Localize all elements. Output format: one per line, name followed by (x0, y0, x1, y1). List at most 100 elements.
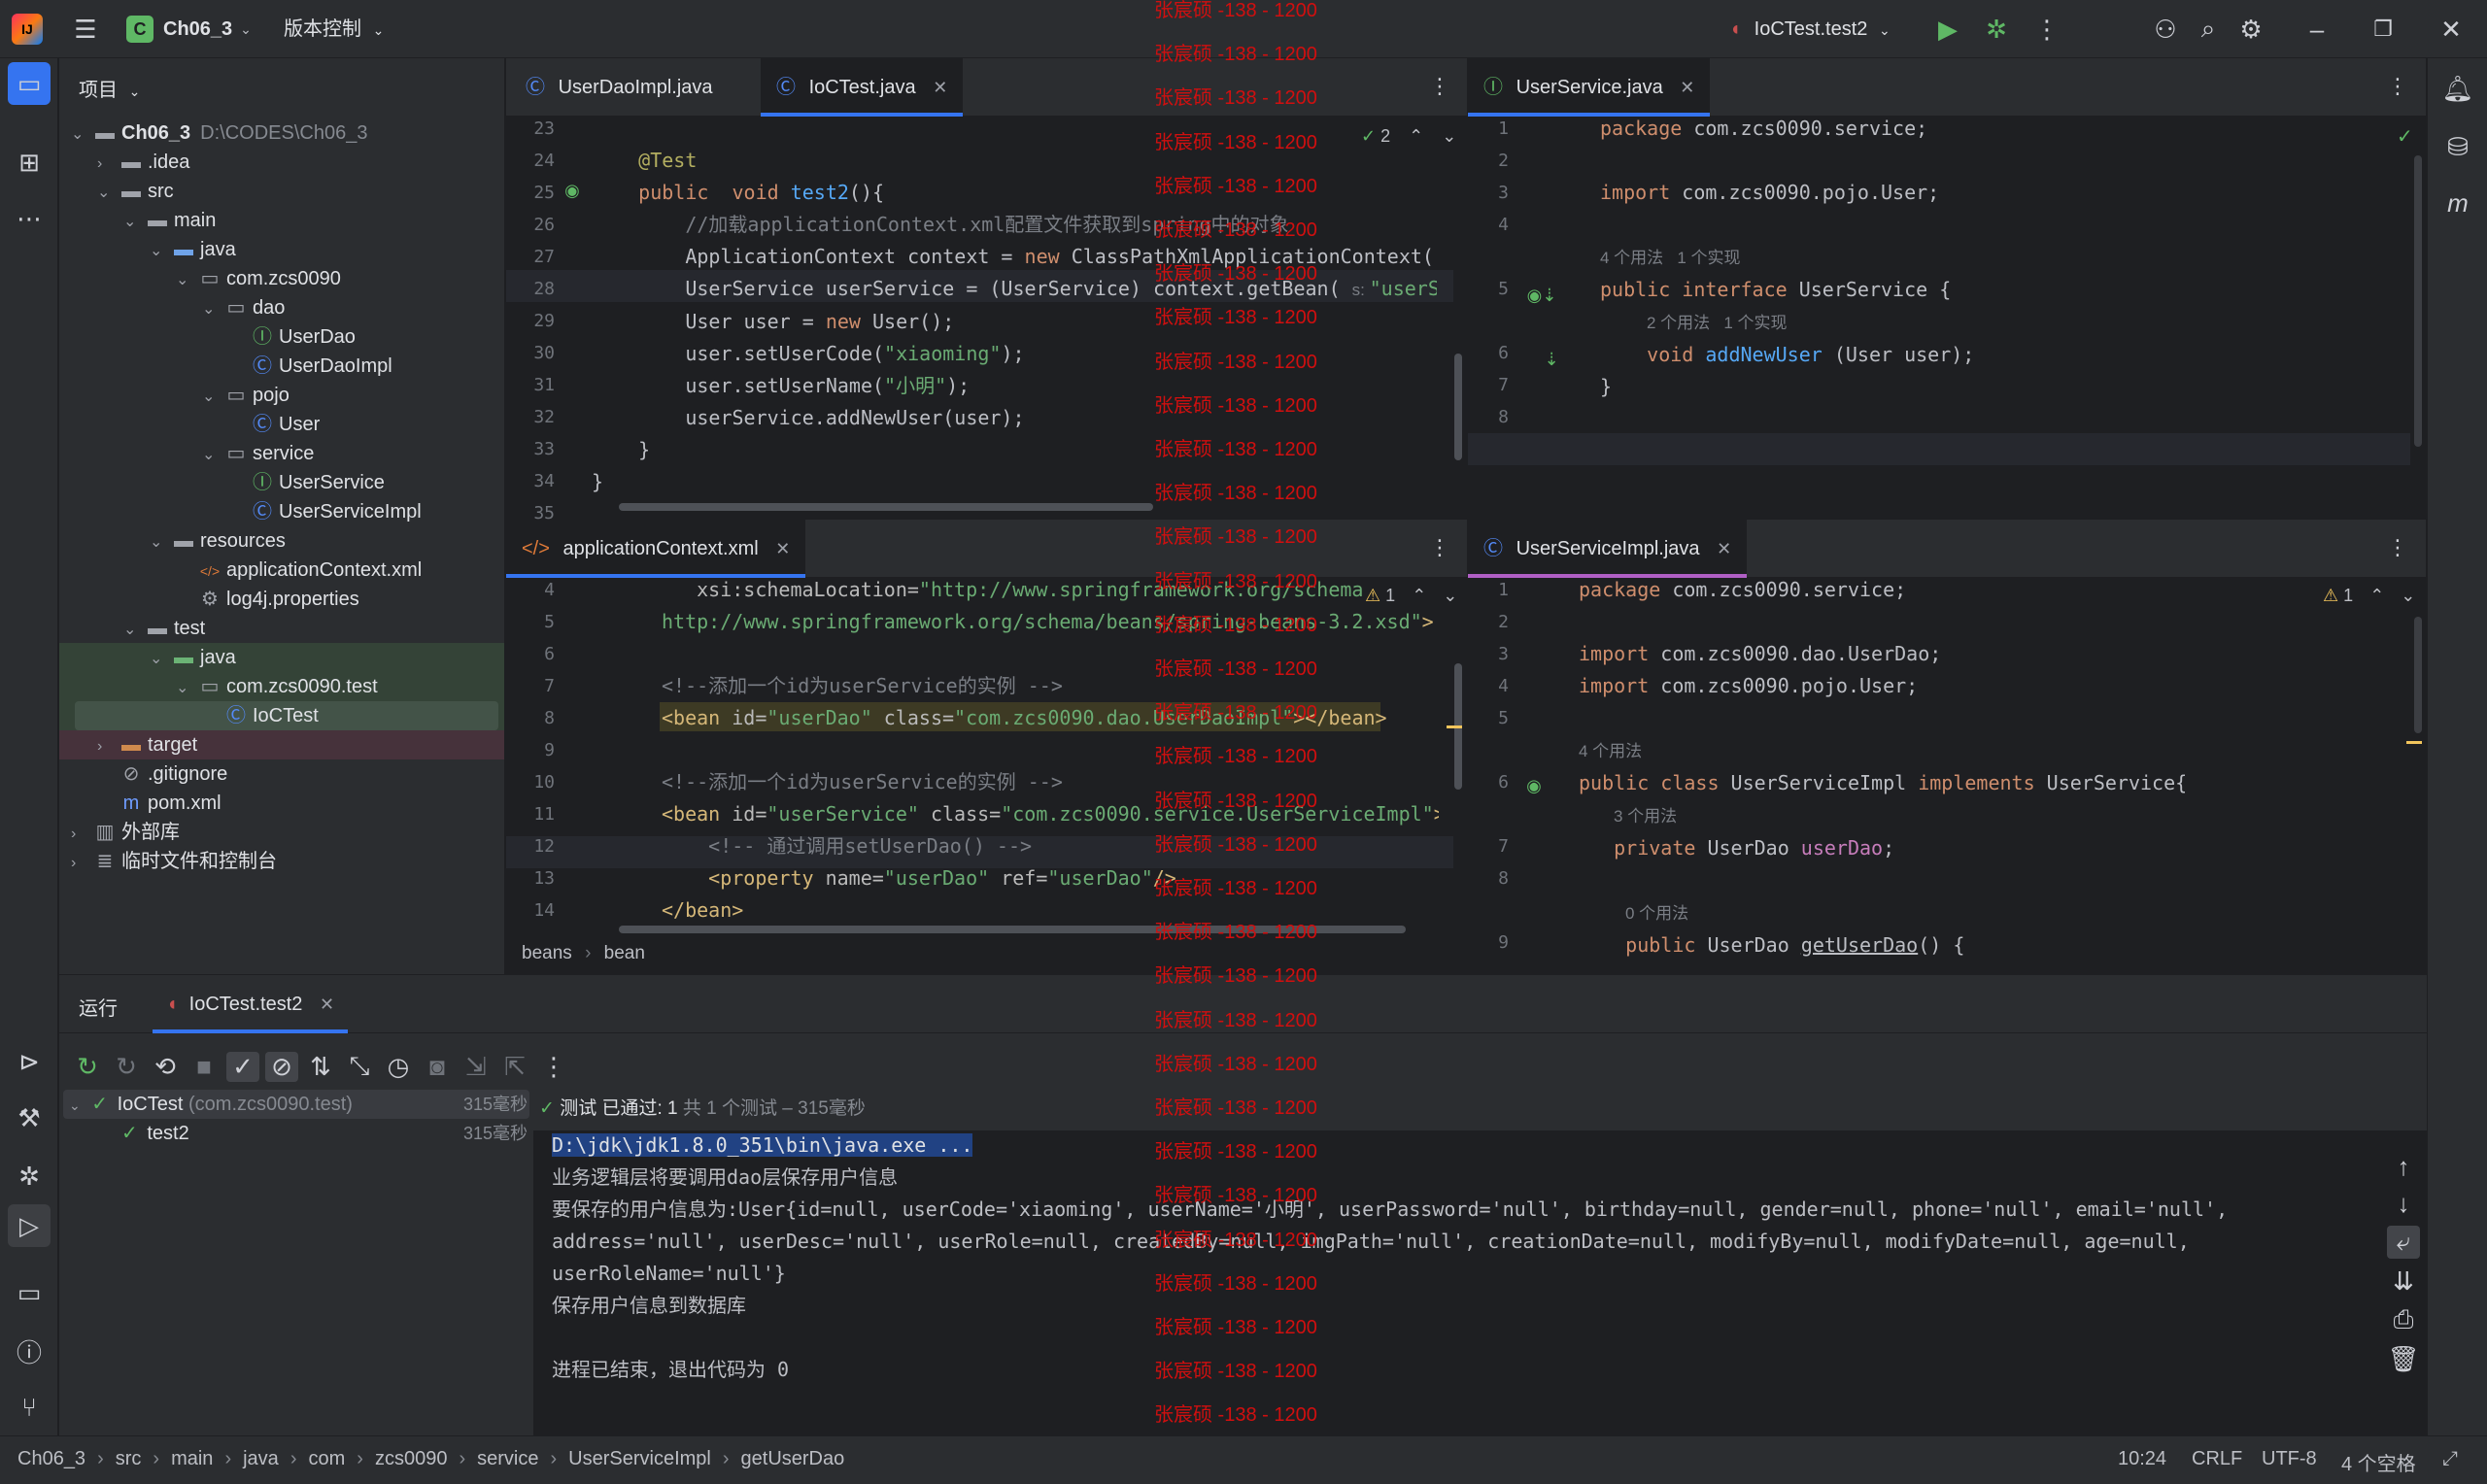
import-icon[interactable]: ⇱ (498, 1052, 531, 1082)
run-test-gutter-icon[interactable]: ◉ (561, 179, 584, 202)
tree-item[interactable]: Ⓒ IoCTest (202, 701, 319, 730)
run-tool-icon[interactable]: ▷ (8, 1204, 51, 1247)
services-icon[interactable]: ⊳ (0, 1033, 58, 1090)
test-tree-row[interactable]: ⌄ ✓ IoCTest (com.zcs0090.test) 315毫秒 (63, 1090, 529, 1119)
breadcrumb-item[interactable]: src (116, 1448, 142, 1469)
clear-trash-icon[interactable]: 🗑︎ (2387, 1342, 2420, 1375)
tree-item[interactable]: ⌄ ▬ Ch06_3 D:\CODES\Ch06_3 (71, 118, 367, 148)
scroll-down-icon[interactable]: ↓ (2387, 1187, 2420, 1220)
rerun-icon[interactable]: ↻ (71, 1052, 104, 1082)
chevron-up-icon[interactable]: ⌃ (1409, 126, 1423, 146)
print-icon[interactable]: ⎙ (2387, 1303, 2420, 1336)
breadcrumb-item[interactable]: Ch06_3 (17, 1448, 85, 1469)
tree-item[interactable]: › ▬ .idea (97, 148, 189, 177)
code-area[interactable]: package com.zcs0090.service; import com.… (1579, 574, 2404, 974)
history-icon[interactable]: ◷ (382, 1052, 415, 1082)
tree-item[interactable]: ⌄ ▭ dao (202, 293, 285, 322)
breadcrumb-item[interactable]: com (308, 1448, 345, 1469)
close-tab-icon[interactable]: ✕ (1717, 539, 1731, 558)
debug-icon[interactable]: ✲ (1980, 14, 2013, 45)
search-icon[interactable]: ⌕ (2192, 14, 2225, 45)
tree-item[interactable]: ⌄ ▬ src (97, 177, 174, 206)
breadcrumb-item[interactable]: bean (604, 943, 645, 963)
tree-item[interactable]: ⌄ ▭ service (202, 439, 314, 468)
chevron-down-icon[interactable]: ⌄ (176, 266, 197, 295)
tree-item[interactable]: Ⓘ UserService (228, 468, 385, 497)
export-icon[interactable]: ⇲ (460, 1052, 493, 1082)
implements-gutter-icon[interactable]: ◉ (1522, 774, 1546, 797)
screenshot-icon[interactable]: ◙ (421, 1052, 454, 1082)
structure-icon[interactable]: ⊞ (0, 134, 58, 190)
chevron-down-icon[interactable]: ⌄ (71, 120, 92, 150)
breadcrumb-item[interactable]: service (477, 1448, 538, 1469)
tree-item[interactable]: ⌄ ▬ test (123, 614, 205, 643)
run-config-selector[interactable]: ◖ IoCTest.test2 ⌄ (1729, 14, 1891, 45)
project-panel-header[interactable]: 项目 ⌄ (79, 74, 140, 102)
test-tree-row[interactable]: ✓ test2 315毫秒 (63, 1119, 529, 1148)
show-ignored-icon[interactable]: ⊘ (265, 1051, 298, 1082)
chevron-right-icon[interactable]: › (97, 150, 119, 179)
chevron-down-icon[interactable]: ⌄ (150, 645, 171, 674)
tree-item[interactable]: › ▬ target (97, 730, 197, 759)
tab-userdaoimpl[interactable]: Ⓒ UserDaoImpl.java (506, 58, 729, 117)
tab-applicationcontext[interactable]: </> applicationContext.xml ✕ (506, 520, 806, 578)
close-tab-icon[interactable]: ✕ (775, 539, 790, 558)
breadcrumb-item[interactable]: main (171, 1448, 213, 1469)
tree-item[interactable]: Ⓒ User (228, 410, 320, 439)
show-passed-icon[interactable]: ✓ (226, 1051, 259, 1082)
line-separator[interactable]: CRLF (2192, 1448, 2242, 1470)
tree-item[interactable]: ⚙ log4j.properties (176, 585, 359, 614)
chevron-right-icon[interactable]: › (97, 732, 119, 761)
git-branch-icon[interactable]: ⑂ (0, 1379, 58, 1435)
more-icon[interactable]: ⋮ (537, 1052, 570, 1082)
chevron-down-icon[interactable]: ⌄ (202, 295, 223, 324)
tree-item[interactable]: ⌄ ▭ com.zcs0090 (176, 264, 341, 293)
terminal-icon[interactable]: ▭ (0, 1265, 58, 1321)
minimize-icon[interactable]: – (2300, 14, 2334, 45)
project-tool-folder-icon[interactable]: ▭ (8, 62, 51, 105)
tab-menu-icon[interactable]: ⋮ (2381, 70, 2414, 103)
main-menu-icon[interactable]: ☰ (68, 14, 103, 45)
indent-setting[interactable]: 4 个空格 (2341, 1448, 2416, 1476)
scroll-up-icon[interactable]: ↑ (2387, 1150, 2420, 1183)
tree-item[interactable]: ⌄ ▬ resources (150, 526, 286, 556)
implemented-gutter-icon[interactable]: ⇣ (1538, 348, 1565, 371)
chevron-down-icon[interactable]: ⌄ (150, 528, 171, 557)
close-tab-icon[interactable]: ✕ (320, 995, 334, 1014)
settings-gear-icon[interactable]: ⚙ (2234, 14, 2267, 45)
tree-item[interactable]: ⌄ ▬ java (150, 643, 236, 672)
tree-item[interactable]: ⌄ ▬ main (123, 206, 216, 235)
tree-item[interactable]: Ⓒ UserDaoImpl (228, 352, 392, 381)
build-hammer-icon[interactable]: ⚒ (0, 1090, 58, 1146)
chevron-down-icon[interactable]: ⌄ (202, 383, 223, 412)
more-actions-icon[interactable]: ⋮ (2030, 14, 2063, 45)
tree-item[interactable]: m pom.xml (97, 789, 221, 818)
database-icon[interactable]: ⛁ (2439, 128, 2476, 165)
vertical-scrollbar[interactable] (2414, 617, 2422, 733)
vertical-scrollbar[interactable] (1454, 354, 1462, 460)
maximize-icon[interactable]: ❐ (2367, 14, 2400, 45)
tab-userserviceimpl[interactable]: Ⓒ UserServiceImpl.java ✕ (1468, 520, 1748, 578)
toggle-auto-test-icon[interactable]: ⟲ (149, 1052, 182, 1082)
chevron-down-icon[interactable]: ⌄ (123, 616, 145, 645)
caret-position[interactable]: 10:24 (2118, 1448, 2166, 1470)
vcs-widget[interactable]: 版本控制 ⌄ (284, 14, 384, 45)
breadcrumb-item[interactable]: UserServiceImpl (568, 1448, 711, 1469)
intellij-logo-icon[interactable]: IJ (12, 14, 43, 45)
tree-item[interactable]: Ⓘ UserDao (228, 322, 356, 352)
close-tab-icon[interactable]: ✕ (933, 78, 947, 97)
rerun-failed-icon[interactable]: ↻ (110, 1052, 143, 1082)
breadcrumb-item[interactable]: beans (522, 943, 572, 963)
tab-menu-icon[interactable]: ⋮ (1423, 531, 1456, 564)
close-tab-icon[interactable]: ✕ (1680, 78, 1694, 97)
collapse-icon[interactable]: ⤡ (343, 1051, 376, 1082)
maven-icon[interactable]: m (2439, 185, 2476, 221)
chevron-right-icon[interactable]: › (71, 820, 92, 849)
soft-wrap-icon[interactable]: ⤶ (2387, 1226, 2420, 1259)
scroll-to-end-icon[interactable]: ⇊ (2387, 1265, 2420, 1298)
chevron-down-icon[interactable]: ⌄ (1443, 586, 1457, 605)
stop-icon[interactable]: ■ (187, 1052, 221, 1082)
chevron-down-icon[interactable]: ⌄ (202, 441, 223, 470)
chevron-right-icon[interactable]: › (71, 849, 92, 878)
breadcrumb-item[interactable]: getUserDao (741, 1448, 845, 1469)
